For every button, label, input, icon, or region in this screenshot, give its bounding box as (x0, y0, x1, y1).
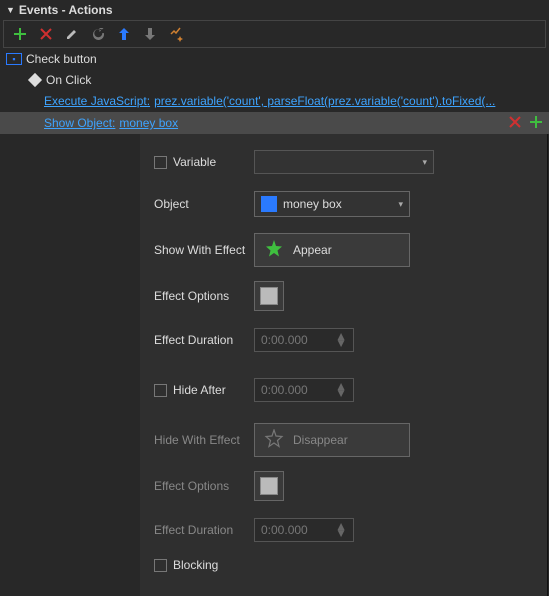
action-name[interactable]: Execute JavaScript: (44, 94, 150, 108)
effect-duration-input[interactable]: 0:00.000 ▲▼ (254, 328, 354, 352)
action-row-controls (509, 115, 543, 132)
event-icon (28, 73, 42, 87)
target-icon: ▪ (6, 53, 22, 65)
add-button[interactable] (12, 26, 28, 42)
move-down-button[interactable] (142, 26, 158, 42)
chevron-down-icon: ▾ (422, 157, 427, 168)
event-label: On Click (46, 73, 91, 87)
hide-effect-button[interactable]: Disappear (254, 423, 410, 457)
edit-button[interactable] (64, 26, 80, 42)
effect-options-label: Effect Options (154, 289, 254, 303)
add-action-button[interactable] (529, 115, 543, 132)
spinner-arrows[interactable]: ▲▼ (335, 523, 347, 537)
variable-label: Variable (173, 155, 216, 169)
action-row-show-object[interactable]: Show Object: money box (0, 112, 549, 134)
spinner-arrows[interactable]: ▲▼ (335, 383, 347, 397)
show-effect-label: Show With Effect (154, 243, 254, 257)
disappear-effect-icon (263, 429, 285, 451)
toolbar (3, 20, 546, 48)
object-dropdown[interactable]: money box ▾ (254, 191, 410, 217)
effect-duration-value: 0:00.000 (261, 333, 308, 347)
effect-duration2-label: Effect Duration (154, 523, 254, 537)
delete-button[interactable] (38, 26, 54, 42)
event-row[interactable]: On Click (0, 70, 549, 90)
move-up-button[interactable] (116, 26, 132, 42)
hide-after-row: Hide After 0:00.000 ▲▼ (154, 372, 533, 408)
spinner-arrows[interactable]: ▲▼ (335, 333, 347, 347)
blocking-row: Blocking (154, 554, 533, 576)
effect-duration2-row: Effect Duration 0:00.000 ▲▼ (154, 512, 533, 548)
hide-effect-label: Hide With Effect (154, 433, 254, 447)
show-effect-value: Appear (293, 243, 332, 257)
effect-duration-row: Effect Duration 0:00.000 ▲▼ (154, 322, 533, 358)
object-row: Object money box ▾ (154, 186, 533, 222)
remove-action-button[interactable] (509, 116, 521, 131)
effect-duration2-value: 0:00.000 (261, 523, 308, 537)
effect-options-row: Effect Options (154, 278, 533, 314)
action-name[interactable]: Show Object: (44, 116, 115, 130)
target-row[interactable]: ▪ Check button (0, 48, 549, 70)
hide-effect-row: Hide With Effect Disappear (154, 422, 533, 458)
blocking-label: Blocking (173, 558, 218, 572)
properties-panel: Variable ▾ Object money box ▾ Show With … (140, 134, 548, 596)
hide-after-checkbox[interactable] (154, 384, 167, 397)
action-param[interactable]: money box (119, 116, 178, 130)
spark-button[interactable] (168, 26, 184, 42)
blocking-checkbox[interactable] (154, 559, 167, 572)
variable-checkbox[interactable] (154, 156, 167, 169)
effect-options-swatch (260, 287, 278, 305)
collapse-icon: ▼ (6, 5, 15, 15)
object-icon (261, 196, 277, 212)
appear-effect-icon (263, 239, 285, 261)
action-param[interactable]: prez.variable('count', parseFloat(prez.v… (154, 94, 495, 108)
panel-header[interactable]: ▼ Events - Actions (0, 0, 549, 20)
object-label: Object (154, 197, 254, 211)
refresh-button[interactable] (90, 26, 106, 42)
target-label: Check button (26, 52, 97, 66)
hide-after-input[interactable]: 0:00.000 ▲▼ (254, 378, 354, 402)
variable-dropdown[interactable]: ▾ (254, 150, 434, 174)
effect-options2-row: Effect Options (154, 468, 533, 504)
effect-options2-label: Effect Options (154, 479, 254, 493)
object-value: money box (283, 197, 342, 211)
variable-row: Variable ▾ (154, 144, 533, 180)
effect-options2-button[interactable] (254, 471, 284, 501)
show-effect-button[interactable]: Appear (254, 233, 410, 267)
panel-title: Events - Actions (19, 3, 113, 17)
action-row-execute-js[interactable]: Execute JavaScript: prez.variable('count… (0, 90, 549, 112)
effect-options2-swatch (260, 477, 278, 495)
effect-duration-label: Effect Duration (154, 333, 254, 347)
effect-options-button[interactable] (254, 281, 284, 311)
hide-after-value: 0:00.000 (261, 383, 308, 397)
effect-duration2-input[interactable]: 0:00.000 ▲▼ (254, 518, 354, 542)
hide-effect-value: Disappear (293, 433, 348, 447)
chevron-down-icon: ▾ (398, 199, 403, 210)
hide-after-label: Hide After (173, 383, 226, 397)
show-effect-row: Show With Effect Appear (154, 232, 533, 268)
